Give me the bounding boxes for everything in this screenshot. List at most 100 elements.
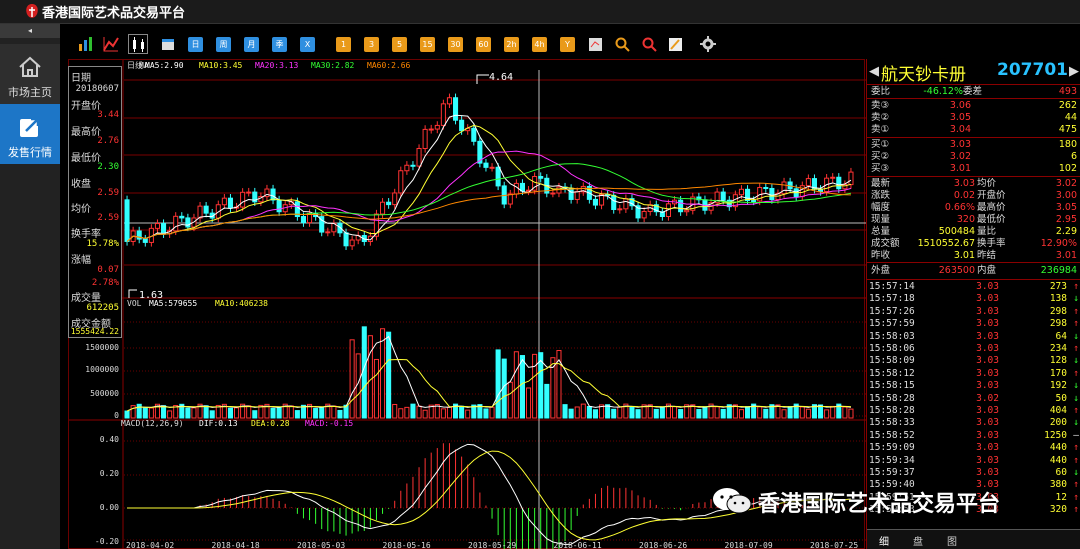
cell: 3.01 xyxy=(949,163,971,174)
period-5-button[interactable]: 5 xyxy=(392,37,407,52)
period-2h-button[interactable]: 2h xyxy=(504,37,519,52)
bid-row: 买② 3.02 6 xyxy=(867,151,1080,163)
title-bar: 香港国际艺术品交易平台 xyxy=(0,0,1080,24)
trade-cell: 15:58:06 xyxy=(869,343,915,354)
candle-body xyxy=(738,188,745,196)
trade-cell: 3.03 xyxy=(976,281,999,292)
sidebar-item-home[interactable]: 市场主页 xyxy=(0,44,60,104)
tab-chart[interactable]: 图 xyxy=(947,533,957,548)
calendar-icon[interactable] xyxy=(161,37,175,51)
trade-row: 15:57:26 3.03 298 ↑ xyxy=(867,306,1080,318)
volume-bar xyxy=(252,410,258,419)
volume-bar xyxy=(745,406,751,419)
trade-cell: 15:58:12 xyxy=(869,367,915,379)
zoom-in-icon[interactable] xyxy=(615,37,630,52)
collapse-button[interactable]: ◂ xyxy=(0,24,60,38)
trade-cell: 320 xyxy=(1049,504,1067,516)
cell: 12.90% xyxy=(1040,238,1077,249)
volume-bar xyxy=(526,387,532,419)
stat-row: 最新 3.03 均价 3.02 xyxy=(867,178,1080,190)
trade-row: 15:58:28 3.03 404 ↑ xyxy=(867,405,1080,417)
period-quarter-button[interactable]: 季 xyxy=(272,37,287,52)
candle-body xyxy=(173,215,179,232)
macd-axis-label: 0.20 xyxy=(100,469,119,478)
bar-chart-icon[interactable] xyxy=(77,36,93,52)
trade-cell: 15:58:09 xyxy=(869,355,915,367)
cell: 2.29 xyxy=(1055,226,1077,237)
sidebar-item-market[interactable]: 发售行情 xyxy=(0,104,60,164)
date-label: 2018-04-02 xyxy=(126,541,174,549)
cell: 102 xyxy=(1058,163,1077,174)
info-label: 收盘 xyxy=(71,179,91,190)
separator xyxy=(867,176,1080,177)
kline-chart[interactable]: 日线 MA MA5:2.90 MA10:3.45 MA20:3.13 MA30:2.82 M… xyxy=(68,59,866,549)
trade-cell: 298 xyxy=(1049,305,1067,317)
volume-bar xyxy=(507,381,513,419)
cell: 3.02 xyxy=(1055,178,1077,189)
volume-axis-label: 1000000 xyxy=(85,365,119,374)
candle-body xyxy=(246,191,252,194)
stock-header: ◀ 航天钞卡册 207701 ▶ xyxy=(867,59,1080,85)
date-label: 2018-04-18 xyxy=(212,541,260,549)
cell: 3.04 xyxy=(949,124,971,135)
volume-bar xyxy=(592,409,599,419)
volume-bar xyxy=(653,408,659,419)
toolbar: 日 周 月 季 X 1 3 5 15 30 60 2h 4h Y xyxy=(60,30,1080,60)
wechat-icon xyxy=(713,488,752,514)
app-title: 香港国际艺术品交易平台 xyxy=(42,6,186,21)
separator xyxy=(867,262,1080,263)
period-day-button[interactable]: 日 xyxy=(188,37,203,52)
volume-bar xyxy=(696,409,702,419)
candle-body xyxy=(568,187,574,200)
outer-inner-row: 外盘 263500 内盘 236984 xyxy=(867,265,1080,277)
period-x-button[interactable]: X xyxy=(300,37,315,52)
home-icon xyxy=(19,56,41,77)
trade-cell: 3.03 xyxy=(976,367,999,379)
period-30-button[interactable]: 30 xyxy=(448,37,463,52)
period-year-button[interactable]: Y xyxy=(560,37,575,52)
ma5-legend: MA5:2.90 xyxy=(145,61,184,70)
cell: 3.01 xyxy=(1055,250,1077,261)
info-value: 2.59 xyxy=(97,213,119,223)
trade-cell: 15:58:52 xyxy=(869,429,915,441)
prev-stock-icon[interactable]: ◀ xyxy=(869,64,879,79)
volume-bar xyxy=(465,409,471,419)
volume-bar xyxy=(830,405,836,419)
volume-bar xyxy=(720,408,726,419)
cell: 幅度 xyxy=(871,202,891,213)
trade-row: 15:58:03 3.03 64 ↓ xyxy=(867,331,1080,343)
candle-body xyxy=(611,194,617,210)
tab-detail[interactable]: 细 xyxy=(879,533,889,548)
candlestick-icon[interactable] xyxy=(128,34,148,54)
draw-icon[interactable] xyxy=(668,37,683,52)
volume-bar xyxy=(629,406,635,419)
trade-cell: ↓ xyxy=(1073,392,1079,404)
trade-cell: 15:58:15 xyxy=(869,380,915,392)
zoom-out-icon[interactable] xyxy=(642,37,657,52)
period-60-button[interactable]: 60 xyxy=(476,37,491,52)
ma60-legend: MA60:2.66 xyxy=(367,61,411,70)
candle-body xyxy=(769,187,775,201)
period-month-button[interactable]: 月 xyxy=(244,37,259,52)
cell: 买③ xyxy=(871,163,890,174)
line-chart-icon[interactable] xyxy=(103,36,119,52)
next-stock-icon[interactable]: ▶ xyxy=(1069,64,1079,79)
period-week-button[interactable]: 周 xyxy=(216,37,231,52)
tab-book[interactable]: 盘 xyxy=(913,533,923,548)
candle-body xyxy=(848,171,854,186)
candle-body xyxy=(471,127,477,142)
period-1-button[interactable]: 1 xyxy=(336,37,351,52)
candle-body xyxy=(836,176,842,190)
volume-axis-label: 0 xyxy=(114,411,119,420)
trade-cell: 15:57:18 xyxy=(869,293,915,305)
period-4h-button[interactable]: 4h xyxy=(532,37,547,52)
trade-cell: ↓ xyxy=(1073,417,1079,429)
volume-bar xyxy=(319,407,325,419)
gear-icon[interactable] xyxy=(700,36,716,52)
cell: 2.95 xyxy=(1055,214,1077,225)
period-3-button[interactable]: 3 xyxy=(364,37,379,52)
settings-chart-icon[interactable] xyxy=(588,37,603,52)
candle-body xyxy=(483,162,489,168)
period-15-button[interactable]: 15 xyxy=(420,37,435,52)
volume-bar xyxy=(167,410,173,419)
